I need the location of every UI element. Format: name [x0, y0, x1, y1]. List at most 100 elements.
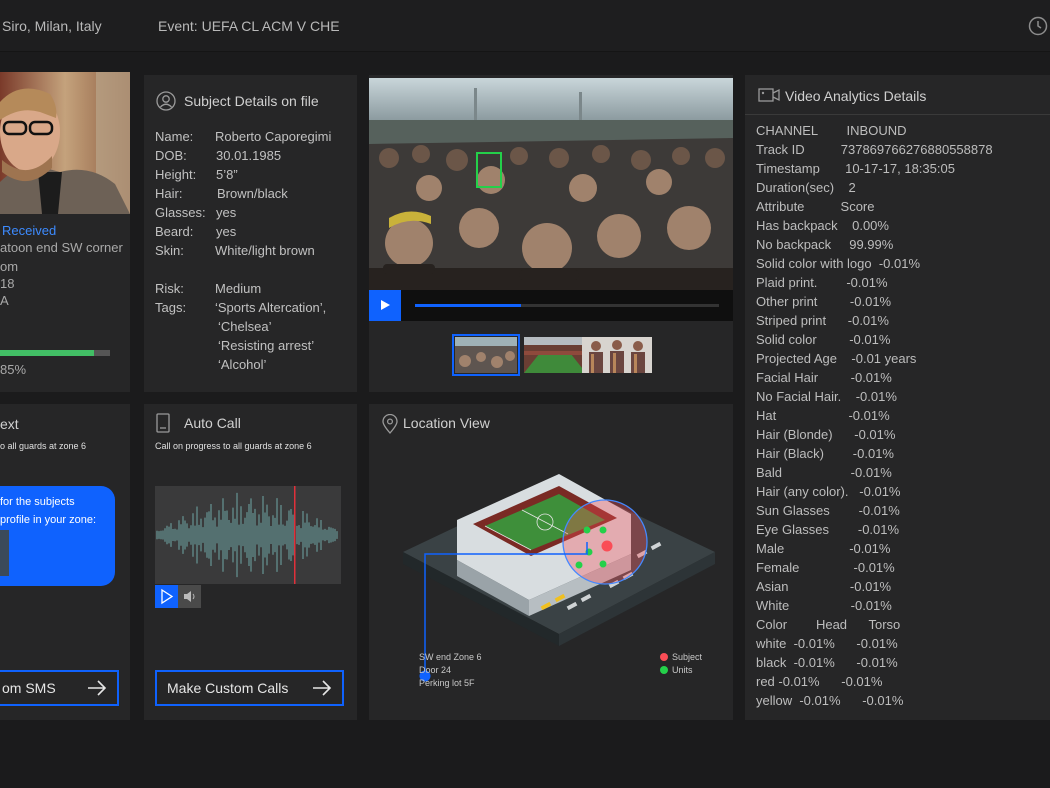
tag: ‘Sports Altercation’,	[215, 300, 327, 315]
alert-status: Received	[2, 223, 57, 238]
text-card-status: o all guards at zone 6	[0, 441, 87, 451]
sms-message-line: profile in your zone:	[0, 514, 96, 526]
analytics-row: No backpack 99.99%	[756, 237, 894, 252]
video-thumbnail-people[interactable]	[582, 337, 652, 373]
venue-location: Siro, Milan, Italy	[2, 18, 102, 34]
location-view-title: Location View	[403, 415, 490, 431]
call-play-button[interactable]	[155, 585, 178, 608]
analytics-row: yellow -0.01% -0.01%	[756, 693, 904, 708]
analytics-row: No Facial Hair. -0.01%	[756, 389, 897, 404]
top-bar: Siro, Milan, Italy Event: UEFA CL ACM V …	[0, 0, 1050, 52]
analytics-row: CHANNEL INBOUND	[756, 123, 907, 138]
field-value: yes	[216, 205, 237, 220]
analytics-row: Facial Hair -0.01%	[756, 370, 892, 385]
video-play-button[interactable]	[369, 290, 401, 321]
make-custom-calls-button[interactable]: Make Custom Calls	[155, 670, 344, 706]
analytics-row: Hair (any color). -0.01%	[756, 484, 901, 499]
analytics-row: Asian -0.01%	[756, 579, 892, 594]
user-icon	[156, 91, 176, 111]
subject-photo[interactable]	[0, 72, 130, 214]
video-camera-icon	[758, 88, 780, 102]
phone-icon	[156, 413, 170, 433]
sms-attachment-photo[interactable]	[0, 530, 9, 576]
subject-details-title: Subject Details on file	[184, 93, 319, 109]
analytics-row: Bald -0.01%	[756, 465, 892, 480]
auto-call-title: Auto Call	[184, 415, 241, 431]
call-volume-button[interactable]	[178, 585, 201, 608]
analytics-row: white -0.01% -0.01%	[756, 636, 898, 651]
analytics-row: Other print -0.01%	[756, 294, 892, 309]
location-address-line: Door 24	[419, 665, 452, 675]
subject-profile-card: Received atoon end SW corner om 18 A 85%	[0, 72, 130, 392]
call-audio-waveform[interactable]	[155, 486, 341, 584]
legend-subject-label: Subject	[672, 652, 703, 662]
arrow-right-icon	[313, 680, 332, 696]
clock-icon[interactable]	[1028, 16, 1048, 36]
video-seek-bar[interactable]	[415, 304, 719, 307]
sms-message-line: for the subjects	[0, 496, 75, 508]
analytics-row: Duration(sec) 2	[756, 180, 856, 195]
analytics-row: Hat -0.01%	[756, 408, 890, 423]
field-value: White/light brown	[215, 243, 315, 258]
tag: ‘Alcohol’	[218, 357, 267, 372]
tags-label: Tags:	[155, 300, 187, 315]
tag: ‘Resisting arrest’	[218, 338, 315, 353]
analytics-header: Video Analytics Details	[745, 75, 1050, 115]
video-controls	[369, 290, 733, 321]
analytics-row: Male -0.01%	[756, 541, 891, 556]
analytics-row: Projected Age -0.01 years	[756, 351, 917, 366]
match-progress-label: 85%	[0, 362, 27, 377]
analytics-row: Has backpack 0.00%	[756, 218, 889, 233]
custom-sms-label: om SMS	[2, 680, 56, 696]
field-value: 30.01.1985	[216, 148, 282, 163]
analytics-row: Timestamp 10-17-17, 18:35:05	[756, 161, 955, 176]
field-label: Beard:	[155, 224, 194, 239]
analytics-row: White -0.01%	[756, 598, 892, 613]
legend-units-label: Units	[672, 665, 693, 675]
risk-label: Risk:	[155, 281, 184, 296]
analytics-row: Solid color with logo -0.01%	[756, 256, 921, 271]
analytics-row: Attribute Score	[756, 199, 875, 214]
video-thumbnail-stadium[interactable]	[524, 337, 586, 373]
video-frame[interactable]	[369, 78, 733, 293]
location-address-line: SW end Zone 6	[419, 652, 482, 662]
legend-subject-dot	[660, 653, 668, 661]
alert-detail-line: 18	[0, 276, 15, 291]
field-label: Name:	[155, 129, 194, 144]
alert-detail-line: atoon end SW corner	[0, 240, 123, 255]
location-view-card: Location View SW end Zone 6 Door 24 Perk…	[369, 404, 733, 720]
match-progress-fill	[0, 350, 94, 356]
alert-detail-line: om	[0, 259, 19, 274]
location-address-line: Perking lot 5F	[419, 678, 475, 688]
analytics-row: red -0.01% -0.01%	[756, 674, 883, 689]
field-value: 5’8”	[216, 167, 238, 182]
video-thumbnail-crowd[interactable]	[452, 334, 520, 376]
analytics-title: Video Analytics Details	[785, 88, 927, 104]
video-analytics-card: Video Analytics Details CHANNEL INBOUND T…	[745, 75, 1050, 720]
location-pin-icon	[382, 414, 398, 434]
risk-value: Medium	[215, 281, 262, 296]
field-label: Glasses:	[155, 205, 206, 220]
auto-call-card: Auto Call Call on progress to all guards…	[144, 404, 357, 720]
analytics-row: Track ID 737869766276880558878	[756, 142, 993, 157]
subject-details-card: Subject Details on file Name: Roberto Ca…	[144, 75, 357, 392]
text-card-title: ext	[0, 416, 19, 432]
analytics-row: black -0.01% -0.01%	[756, 655, 898, 670]
play-icon	[161, 588, 174, 605]
volume-icon	[184, 591, 195, 602]
analytics-row: Sun Glasses -0.01%	[756, 503, 900, 518]
field-value: Brown/black	[217, 186, 288, 201]
analytics-row: Eye Glasses -0.01%	[756, 522, 900, 537]
analytics-row: Solid color -0.01%	[756, 332, 891, 347]
tag: ‘Chelsea’	[218, 319, 272, 334]
alert-detail-line: A	[0, 293, 9, 308]
field-label: DOB:	[155, 148, 187, 163]
field-label: Skin:	[155, 243, 184, 258]
legend-units-dot	[660, 666, 668, 674]
analytics-row: Striped print -0.01%	[756, 313, 889, 328]
field-value: yes	[216, 224, 237, 239]
video-progress-fill	[415, 304, 522, 307]
field-label: Hair:	[155, 186, 183, 201]
custom-sms-button[interactable]: om SMS	[0, 670, 119, 706]
event-name: Event: UEFA CL ACM V CHE	[158, 18, 340, 34]
